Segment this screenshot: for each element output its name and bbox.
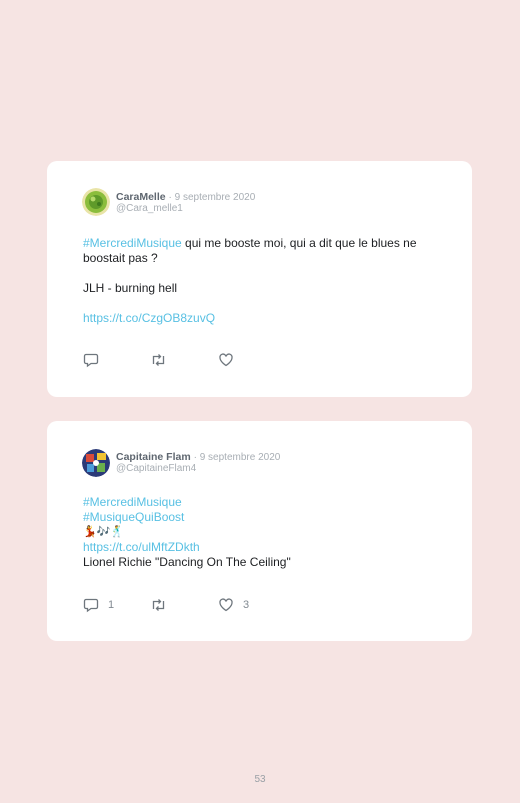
hashtag-link[interactable]: #MusiqueQuiBoost — [83, 510, 184, 524]
retweet-button[interactable] — [150, 352, 167, 368]
retweet-icon — [152, 599, 165, 611]
url-link[interactable]: https://t.co/CzgOB8zuvQ — [83, 311, 215, 325]
author-handle[interactable]: @Cara_melle1 — [116, 203, 183, 214]
like-count: 3 — [243, 599, 250, 611]
like-icon — [219, 598, 233, 612]
hashtag-link[interactable]: #MercrediMusique — [83, 495, 182, 509]
retweet-button[interactable] — [150, 597, 167, 613]
tweet-line: Lionel Richie "Dancing On The Ceiling" — [83, 555, 291, 569]
tweet-card: CaraMelle · 9 septembre 2020 @Cara_melle… — [47, 161, 472, 397]
like-icon — [219, 353, 233, 367]
like-button[interactable]: 3 — [218, 597, 249, 613]
tweet-actions — [83, 352, 383, 368]
like-button[interactable] — [218, 352, 243, 368]
tweet-text: #MercrediMusique qui me booste moi, qui … — [83, 236, 443, 326]
author-name[interactable]: CaraMelle · 9 septembre 2020 — [116, 191, 255, 203]
avatar[interactable] — [82, 449, 110, 477]
reply-button[interactable]: 1 — [83, 597, 114, 613]
tweet-date: · 9 septembre 2020 — [168, 192, 256, 203]
page-number: 53 — [254, 774, 266, 785]
tweet-date: · 9 septembre 2020 — [193, 452, 281, 463]
tweet-actions: 1 3 — [83, 597, 383, 613]
hashtag-link[interactable]: #MercrediMusique — [83, 236, 182, 250]
url-link[interactable]: https://t.co/ulMftZDkth — [83, 540, 200, 554]
avatar[interactable] — [82, 188, 110, 216]
retweet-icon — [152, 354, 165, 366]
tweet-card: Capitaine Flam · 9 septembre 2020 @Capit… — [47, 421, 472, 641]
tweet-line: JLH - burning hell — [83, 281, 178, 295]
emoji-line: 💃🎶🕺 — [83, 526, 125, 538]
tweet-text: #MercrediMusique #MusiqueQuiBoost 💃🎶🕺 ht… — [83, 495, 443, 570]
reply-count: 1 — [108, 599, 115, 611]
reply-icon — [83, 353, 99, 368]
reply-button[interactable] — [83, 352, 108, 368]
author-name[interactable]: Capitaine Flam · 9 septembre 2020 — [116, 451, 280, 463]
reply-icon — [83, 598, 99, 613]
author-handle[interactable]: @CapitaineFlam4 — [116, 463, 196, 474]
